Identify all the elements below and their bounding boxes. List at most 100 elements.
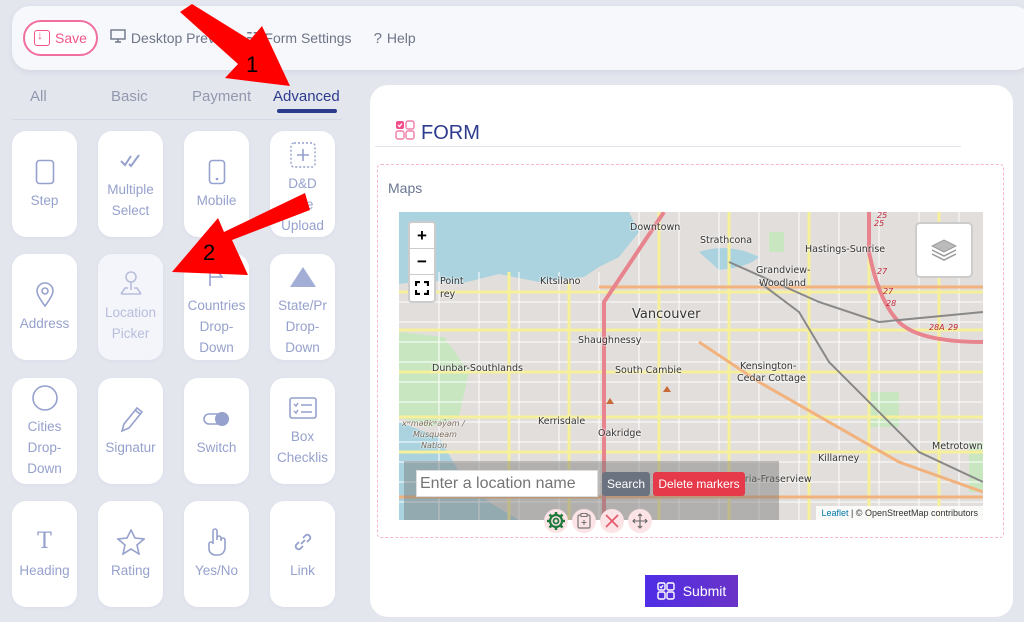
- triangle-icon: [289, 263, 317, 291]
- tile-address[interactable]: Address: [12, 254, 77, 360]
- tile-multiple-select[interactable]: Multiple Select: [98, 131, 163, 237]
- tile-rating[interactable]: Rating: [98, 501, 163, 607]
- tile-cities-dropdown[interactable]: Cities Drop- Down: [12, 378, 77, 484]
- tile-label: Heading: [19, 562, 70, 578]
- zoom-out-button[interactable]: −: [410, 249, 434, 275]
- settings-icon: ☷: [245, 30, 260, 47]
- tile-label: D&D File Upload: [281, 176, 324, 233]
- palette-tabs: All Basic Payment Advanced: [12, 78, 342, 120]
- map-label-oakridge: Oakridge: [598, 428, 642, 439]
- map-label-musqueam-3: Nation: [421, 441, 448, 450]
- delete-markers-button[interactable]: Delete markers: [653, 472, 745, 496]
- field-delete-button[interactable]: [600, 509, 624, 533]
- active-tab-indicator: [277, 109, 337, 113]
- circle-icon: [31, 384, 59, 412]
- layers-icon: [931, 239, 957, 261]
- tile-mobile[interactable]: Mobile: [184, 131, 249, 237]
- tab-payment[interactable]: Payment: [192, 88, 251, 105]
- tile-switch[interactable]: Switch: [184, 378, 249, 484]
- form-canvas: FORM Maps 25 25 27 27 28 28A 29 Downtown…: [370, 85, 1013, 617]
- tile-box-checklist[interactable]: Box Checklis: [270, 378, 335, 484]
- leaflet-link[interactable]: Leaflet: [821, 508, 848, 518]
- desktop-preview-label: Desktop Preview: [130, 30, 236, 46]
- tab-all[interactable]: All: [30, 88, 47, 105]
- svg-text:29: 29: [948, 323, 958, 332]
- desktop-preview-button[interactable]: Desktop Preview: [110, 29, 236, 47]
- maps-field-label: Maps: [388, 180, 423, 196]
- tile-label: Yes/No: [194, 562, 239, 578]
- flag-icon: [207, 263, 227, 291]
- tile-dnd-file-upload[interactable]: D&D File Upload: [270, 131, 335, 237]
- tab-basic[interactable]: Basic: [111, 88, 148, 105]
- svg-text:27: 27: [877, 267, 888, 276]
- map-attribution: Leaflet | © OpenStreetMap contributors: [816, 506, 983, 520]
- tab-advanced[interactable]: Advanced: [273, 88, 340, 105]
- field-settings-button[interactable]: [544, 509, 568, 533]
- field-duplicate-button[interactable]: [572, 509, 596, 533]
- hand-pointer-icon: [205, 527, 229, 556]
- tile-step[interactable]: Step: [12, 131, 77, 237]
- star-icon: [116, 528, 145, 556]
- form-title: FORM: [421, 121, 480, 144]
- header-divider: [375, 146, 961, 147]
- pen-icon: [118, 405, 144, 433]
- map-label-strathcona: Strathcona: [700, 235, 753, 246]
- fullscreen-button[interactable]: [410, 275, 434, 301]
- tile-countries-dropdown[interactable]: Countries Drop- Down: [184, 254, 249, 360]
- form-header: FORM: [395, 120, 480, 146]
- osm-attribution: | © OpenStreetMap contributors: [848, 508, 978, 518]
- svg-text:25: 25: [874, 219, 884, 228]
- field-move-handle[interactable]: [628, 509, 652, 533]
- map-label-downtown: Downtown: [630, 222, 681, 233]
- form-settings-button[interactable]: ☷ Form Settings: [246, 29, 352, 47]
- map-zoom-control: + −: [408, 221, 436, 303]
- monitor-icon: [110, 29, 126, 47]
- map-label-dunbar: Dunbar-Southlands: [432, 363, 524, 374]
- svg-text:27: 27: [883, 287, 894, 296]
- map-view[interactable]: 25 25 27 27 28 28A 29 Downtown Strathcona Ha…: [399, 212, 983, 520]
- map-label-musqueam-1: xʷməθkʷəy̓əm /: [402, 419, 465, 428]
- close-icon: [605, 514, 619, 528]
- field-palette: All Basic Payment Advanced Step Multiple…: [0, 78, 360, 622]
- tile-label: Signatur: [105, 439, 156, 455]
- form-settings-label: Form Settings: [264, 30, 352, 46]
- svg-text:28: 28: [886, 299, 896, 308]
- help-icon: ?: [373, 29, 382, 47]
- map-label-point-grey: Point: [440, 276, 464, 287]
- tile-label: Rating: [110, 562, 151, 578]
- map-label-vancouver: Vancouver: [632, 307, 701, 322]
- tile-location-picker[interactable]: Location Picker: [98, 254, 163, 360]
- tile-heading[interactable]: T Heading: [12, 501, 77, 607]
- top-toolbar: Save Desktop Preview ☷ Form Settings ? H…: [12, 6, 1024, 70]
- tile-signature[interactable]: Signatur: [98, 378, 163, 484]
- map-label-killarney: Killarney: [818, 453, 860, 464]
- maps-field[interactable]: Maps 25 25 27 27 28 28A 29 Downtown Stra…: [377, 164, 1004, 538]
- annotation-number-1: 1: [246, 52, 259, 77]
- map-label-kerrisdale: Kerrisdale: [538, 416, 586, 427]
- map-pin-icon: [35, 281, 55, 309]
- tile-link[interactable]: Link: [270, 501, 335, 607]
- map-label-hastings-sunrise: Hastings-Sunrise: [805, 244, 886, 255]
- tile-label: Link: [290, 562, 315, 578]
- submit-button[interactable]: Submit: [645, 575, 738, 607]
- tablet-icon: [35, 158, 55, 186]
- map-label-grandview: Grandview-: [756, 265, 811, 276]
- map-label-shaughnessy: Shaughnessy: [578, 335, 642, 346]
- save-button[interactable]: Save: [23, 20, 98, 56]
- mobile-icon: [208, 158, 226, 186]
- zoom-in-button[interactable]: +: [410, 223, 434, 249]
- search-button[interactable]: Search: [602, 472, 650, 496]
- tile-label: Cities Drop- Down: [27, 418, 62, 476]
- heading-icon: T: [37, 529, 52, 554]
- tile-label: Mobile: [196, 192, 237, 208]
- location-search-input[interactable]: [416, 470, 598, 497]
- layers-button[interactable]: [915, 222, 973, 278]
- move-icon: [632, 513, 648, 529]
- field-toolbar: [544, 509, 652, 533]
- tile-state-province-dropdown[interactable]: State/Pr Drop- Down: [270, 254, 335, 360]
- location-picker-icon: [117, 270, 145, 298]
- help-button[interactable]: ? Help: [374, 30, 416, 47]
- toggle-icon: [202, 405, 231, 433]
- map-label-south-cambie: South Cambie: [615, 365, 682, 376]
- tile-yes-no[interactable]: Yes/No: [184, 501, 249, 607]
